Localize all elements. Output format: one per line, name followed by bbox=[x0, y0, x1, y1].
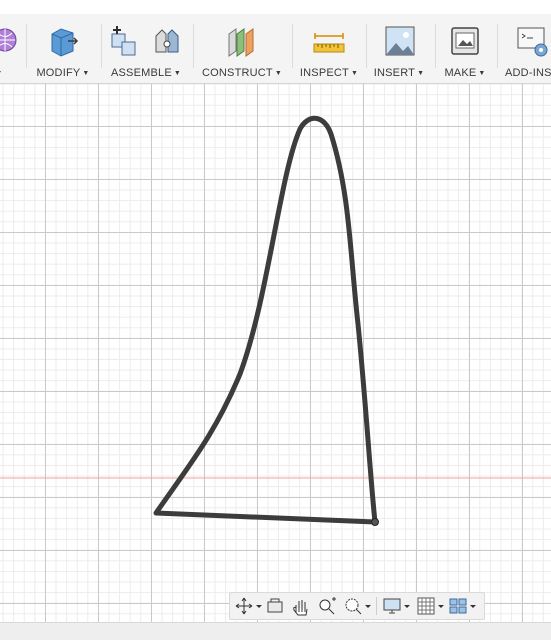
construct-label[interactable]: CONSTRUCT ▼ bbox=[200, 67, 284, 79]
modify-label[interactable]: MODIFY ▼ bbox=[32, 67, 94, 79]
separator bbox=[193, 24, 194, 68]
assemble-label[interactable]: ASSEMBLE ▼ bbox=[105, 67, 187, 79]
sketch-profile[interactable] bbox=[153, 115, 378, 525]
navigation-bar bbox=[229, 592, 485, 620]
viewports-icon[interactable] bbox=[448, 596, 480, 616]
offset-plane-icon[interactable] bbox=[226, 24, 258, 58]
status-strip bbox=[0, 622, 551, 640]
measure-icon[interactable] bbox=[312, 24, 346, 58]
fit-icon[interactable] bbox=[342, 596, 372, 616]
assemble-group[interactable]: ASSEMBLE ▼ bbox=[105, 18, 187, 82]
new-component-icon[interactable] bbox=[109, 24, 141, 58]
separator bbox=[292, 24, 293, 68]
create-form-icon[interactable] bbox=[0, 24, 17, 58]
insert-group[interactable]: INSERT ▼ bbox=[370, 18, 428, 82]
modify-group[interactable]: MODIFY ▼ bbox=[32, 18, 94, 82]
sketch-layer bbox=[0, 115, 551, 526]
insert-image-icon[interactable] bbox=[384, 24, 416, 58]
display-settings-icon[interactable] bbox=[382, 596, 414, 616]
joint-icon[interactable] bbox=[151, 24, 183, 58]
separator bbox=[376, 597, 377, 615]
orbit-icon[interactable] bbox=[234, 596, 262, 616]
separator bbox=[101, 24, 102, 68]
create-group[interactable]: ▼ bbox=[0, 18, 17, 82]
grid-settings-icon[interactable] bbox=[416, 596, 448, 616]
inspect-label[interactable]: INSPECT ▼ bbox=[298, 67, 360, 79]
separator bbox=[26, 24, 27, 68]
make-group[interactable]: MAKE ▼ bbox=[440, 18, 490, 82]
toolbar-top-strip bbox=[0, 0, 551, 14]
insert-label[interactable]: INSERT ▼ bbox=[370, 67, 428, 79]
toolbar: ▼ MODIFY▼ ASSEMBLE▼ bbox=[0, 0, 551, 84]
add-ins-label[interactable]: ADD-INS▼ bbox=[505, 67, 551, 79]
press-pull-icon[interactable] bbox=[48, 24, 80, 58]
separator bbox=[366, 24, 367, 68]
scripts-addins-icon[interactable] bbox=[516, 24, 550, 58]
3d-print-icon[interactable] bbox=[449, 24, 481, 58]
design-canvas[interactable] bbox=[0, 84, 551, 622]
create-label[interactable]: ▼ bbox=[0, 67, 16, 79]
sketch-point[interactable] bbox=[371, 518, 379, 526]
look-at-icon[interactable] bbox=[264, 596, 286, 616]
make-label[interactable]: MAKE ▼ bbox=[440, 67, 490, 79]
add-ins-group[interactable]: ADD-INS▼ bbox=[502, 18, 551, 82]
zoom-icon[interactable] bbox=[316, 596, 338, 616]
separator bbox=[435, 24, 436, 68]
inspect-group[interactable]: INSPECT ▼ bbox=[298, 18, 360, 82]
construct-group[interactable]: CONSTRUCT ▼ bbox=[200, 18, 284, 82]
separator bbox=[497, 24, 498, 68]
pan-icon[interactable] bbox=[290, 596, 312, 616]
